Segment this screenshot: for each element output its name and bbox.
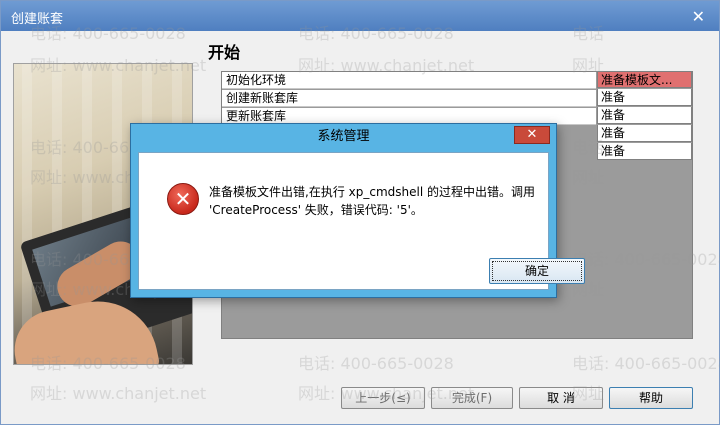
window-close-icon[interactable]: ✕ bbox=[692, 7, 705, 26]
step-row: 初始化环境 bbox=[222, 72, 596, 89]
step-status: 准备 bbox=[597, 143, 692, 160]
error-message-line: 'CreateProcess' 失败，错误代码: '5'。 bbox=[209, 203, 423, 217]
ok-button-label: 确定 bbox=[524, 264, 549, 278]
window-title: 创建账套 bbox=[11, 12, 64, 27]
step-status: 准备 bbox=[597, 107, 692, 124]
error-message: 准备模板文件出错,在执行 xp_cmdshell 的过程中出错。调用 'Crea… bbox=[209, 183, 539, 219]
step-row: 创建新账套库 bbox=[222, 90, 596, 107]
finish-button[interactable]: 完成(F) bbox=[431, 387, 513, 409]
error-icon: ✕ bbox=[167, 183, 199, 215]
step-status: 准备 bbox=[597, 125, 692, 142]
help-button[interactable]: 帮助 bbox=[609, 387, 693, 409]
ok-button[interactable]: 确定 bbox=[489, 258, 585, 284]
step-status: 准备模板文... bbox=[597, 71, 692, 88]
window-titlebar: 创建账套 ✕ bbox=[1, 1, 719, 31]
cancel-button[interactable]: 取 消 bbox=[519, 387, 603, 409]
step-status: 准备 bbox=[597, 89, 692, 106]
page-title: 开始 bbox=[208, 43, 241, 62]
dialog-close-icon[interactable]: ✕ bbox=[514, 126, 550, 144]
error-message-line: 准备模板文件出错,在执行 xp_cmdshell 的过程中出错。调用 bbox=[209, 185, 535, 199]
dialog-title: 系统管理 bbox=[317, 129, 370, 144]
dialog-body: ✕ 准备模板文件出错,在执行 xp_cmdshell 的过程中出错。调用 'Cr… bbox=[138, 152, 549, 290]
prev-button[interactable]: 上一步(≤) bbox=[341, 387, 425, 409]
